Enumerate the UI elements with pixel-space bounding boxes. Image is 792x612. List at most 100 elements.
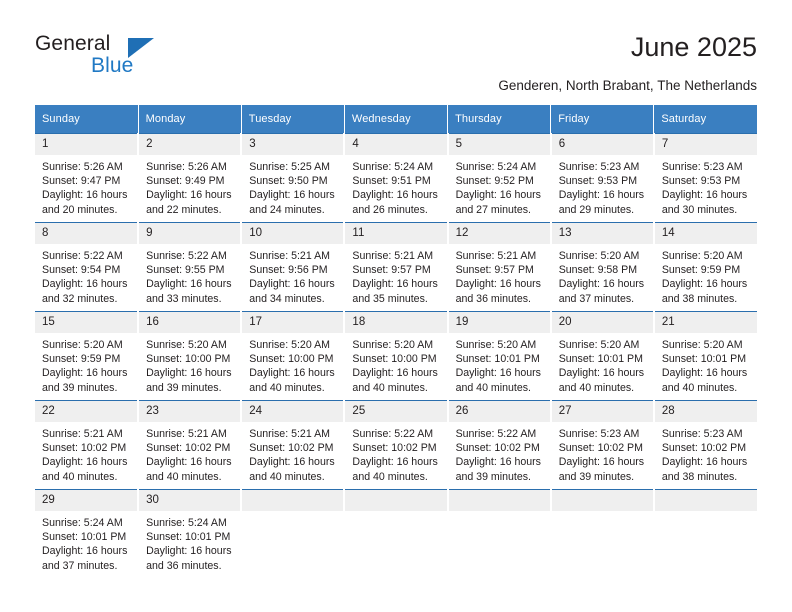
day-number: 14: [654, 223, 757, 244]
sunrise-text: Sunrise: 5:20 AM: [146, 339, 227, 351]
calendar-day-cell[interactable]: 26 Sunrise: 5:22 AM Sunset: 10:02 PM Daylig…: [447, 400, 552, 490]
sunrise-text: Sunrise: 5:21 AM: [249, 250, 330, 262]
sunrise-text: Sunrise: 5:20 AM: [661, 250, 743, 262]
calendar-day-cell[interactable]: 9 Sunrise: 5:22 AM Sunset: 9:55 PM Daylight…: [138, 222, 243, 312]
sunset-text: Sunset: 9:51 PM: [352, 175, 431, 188]
day-details: Sunrise: 5:22 AM Sunset: 9:54 PM Daylight:…: [35, 244, 137, 306]
sunrise-text: Sunrise: 5:21 AM: [352, 250, 434, 262]
calendar-day-cell[interactable]: 5 Sunrise: 5:24 AM Sunset: 9:52 PM Daylight…: [447, 133, 552, 223]
calendar-day-cell[interactable]: 19 Sunrise: 5:20 AM Sunset: 10:01 PM Daylig…: [447, 311, 552, 401]
calendar-day-cell[interactable]: 13 Sunrise: 5:20 AM Sunset: 9:58 PM Dayligh…: [550, 222, 655, 312]
day-details: Sunrise: 5:21 AM Sunset: 10:02 PM Daylight…: [35, 422, 137, 484]
calendar-day-cell[interactable]: 8 Sunrise: 5:22 AM Sunset: 9:54 PM Daylight…: [35, 222, 140, 312]
daylight-text: Daylight: 16 hours and 39 minutes.: [455, 456, 541, 483]
sunrise-text: Sunrise: 5:20 AM: [558, 339, 640, 351]
calendar-day-cell[interactable]: 28 Sunrise: 5:23 AM Sunset: 10:02 PM Daylig…: [653, 400, 757, 490]
calendar-day-cell[interactable]: 3 Sunrise: 5:25 AM Sunset: 9:50 PM Daylight…: [241, 133, 346, 223]
calendar-day-cell[interactable]: 27 Sunrise: 5:23 AM Sunset: 10:02 PM Daylig…: [550, 400, 655, 490]
day-number: 7: [654, 134, 757, 155]
daylight-text: Daylight: 16 hours and 32 minutes.: [42, 278, 128, 305]
daylight-text: Daylight: 16 hours and 40 minutes.: [558, 367, 645, 394]
sunset-text: Sunset: 10:01 PM: [146, 531, 231, 544]
day-number: [242, 490, 344, 511]
day-number: 4: [345, 134, 447, 155]
calendar-day-cell[interactable]: 11 Sunrise: 5:21 AM Sunset: 9:57 PM Dayligh…: [344, 222, 449, 312]
calendar-day-cell[interactable]: 23 Sunrise: 5:21 AM Sunset: 10:02 PM Daylig…: [138, 400, 243, 490]
sunset-text: Sunset: 9:49 PM: [146, 175, 225, 188]
sunrise-text: Sunrise: 5:24 AM: [146, 517, 227, 529]
daylight-text: Daylight: 16 hours and 40 minutes.: [42, 456, 128, 483]
day-details: Sunrise: 5:21 AM Sunset: 10:02 PM Daylight…: [242, 422, 343, 484]
calendar-day-cell[interactable]: 29 Sunrise: 5:24 AM Sunset: 10:01 PM Daylig…: [35, 489, 140, 578]
day-number: 13: [551, 223, 653, 244]
daylight-text: Daylight: 16 hours and 39 minutes.: [146, 367, 232, 394]
daylight-text: Daylight: 16 hours and 34 minutes.: [249, 278, 335, 305]
day-number: 2: [139, 134, 241, 155]
sunset-text: Sunset: 9:52 PM: [455, 175, 534, 188]
day-number: [551, 490, 653, 511]
general-blue-logo: General Blue: [35, 32, 215, 84]
calendar-day-cell[interactable]: 18 Sunrise: 5:20 AM Sunset: 10:00 PM Daylig…: [344, 311, 449, 401]
calendar-day-cell[interactable]: 21 Sunrise: 5:20 AM Sunset: 10:01 PM Daylig…: [653, 311, 757, 401]
calendar-day-cell[interactable]: 1 Sunrise: 5:26 AM Sunset: 9:47 PM Daylight…: [35, 133, 140, 223]
sunset-text: Sunset: 9:55 PM: [146, 264, 225, 277]
sunrise-text: Sunrise: 5:20 AM: [558, 250, 640, 262]
day-details: Sunrise: 5:26 AM Sunset: 9:47 PM Daylight:…: [35, 155, 137, 217]
daylight-text: Daylight: 16 hours and 39 minutes.: [558, 456, 645, 483]
calendar-day-cell[interactable]: 12 Sunrise: 5:21 AM Sunset: 9:57 PM Dayligh…: [447, 222, 552, 312]
calendar-day-cell[interactable]: 7 Sunrise: 5:23 AM Sunset: 9:53 PM Daylight…: [653, 133, 757, 223]
daylight-text: Daylight: 16 hours and 29 minutes.: [558, 189, 645, 216]
daylight-text: Daylight: 16 hours and 38 minutes.: [661, 456, 748, 483]
calendar-day-cell[interactable]: 30 Sunrise: 5:24 AM Sunset: 10:01 PM Daylig…: [138, 489, 243, 578]
daylight-text: Daylight: 16 hours and 35 minutes.: [352, 278, 438, 305]
calendar-day-cell[interactable]: 22 Sunrise: 5:21 AM Sunset: 10:02 PM Daylig…: [35, 400, 140, 490]
sunset-text: Sunset: 10:02 PM: [42, 442, 127, 455]
day-number: 27: [551, 401, 653, 422]
sunrise-text: Sunrise: 5:20 AM: [455, 339, 537, 351]
calendar-day-cell[interactable]: 4 Sunrise: 5:24 AM Sunset: 9:51 PM Daylight…: [344, 133, 449, 223]
day-details: Sunrise: 5:23 AM Sunset: 9:53 PM Daylight:…: [552, 155, 653, 217]
calendar-day-cell[interactable]: 15 Sunrise: 5:20 AM Sunset: 9:59 PM Dayligh…: [35, 311, 140, 401]
sunrise-text: Sunrise: 5:24 AM: [42, 517, 123, 529]
calendar-day-cell[interactable]: 10 Sunrise: 5:21 AM Sunset: 9:56 PM Dayligh…: [241, 222, 346, 312]
calendar-day-cell[interactable]: 2 Sunrise: 5:26 AM Sunset: 9:49 PM Daylight…: [138, 133, 243, 223]
weekday-header-wednesday: Wednesday: [344, 105, 449, 134]
weekday-header-friday: Friday: [550, 105, 655, 134]
day-details: Sunrise: 5:23 AM Sunset: 10:02 PM Daylight…: [552, 422, 653, 484]
daylight-text: Daylight: 16 hours and 40 minutes.: [249, 367, 335, 394]
day-details: Sunrise: 5:24 AM Sunset: 10:01 PM Daylight…: [35, 511, 137, 573]
calendar-page: General Blue June 2025 Genderen, North B…: [0, 0, 792, 612]
weekday-header-monday: Monday: [138, 105, 242, 134]
daylight-text: Daylight: 16 hours and 33 minutes.: [146, 278, 232, 305]
day-number: 26: [448, 401, 550, 422]
weekday-header-sunday: Sunday: [35, 105, 139, 134]
daylight-text: Daylight: 16 hours and 40 minutes.: [352, 456, 438, 483]
day-details: Sunrise: 5:20 AM Sunset: 10:00 PM Daylight…: [345, 333, 446, 395]
calendar-day-cell[interactable]: 24 Sunrise: 5:21 AM Sunset: 10:02 PM Daylig…: [241, 400, 346, 490]
day-number: [654, 490, 757, 511]
calendar-day-cell[interactable]: 14 Sunrise: 5:20 AM Sunset: 9:59 PM Dayligh…: [653, 222, 757, 312]
sunset-text: Sunset: 10:01 PM: [42, 531, 127, 544]
sunrise-text: Sunrise: 5:22 AM: [146, 250, 227, 262]
day-number: 29: [35, 490, 138, 511]
calendar-day-cell[interactable]: 20 Sunrise: 5:20 AM Sunset: 10:01 PM Daylig…: [550, 311, 655, 401]
day-number: 21: [654, 312, 757, 333]
sunrise-sunset-calendar-table: Sunday Monday Tuesday Wednesday Thursday…: [35, 105, 757, 578]
day-details: Sunrise: 5:25 AM Sunset: 9:50 PM Daylight:…: [242, 155, 343, 217]
daylight-text: Daylight: 16 hours and 27 minutes.: [455, 189, 541, 216]
calendar-day-cell[interactable]: 17 Sunrise: 5:20 AM Sunset: 10:00 PM Daylig…: [241, 311, 346, 401]
day-details: Sunrise: 5:22 AM Sunset: 9:55 PM Daylight:…: [139, 244, 240, 306]
sunrise-text: Sunrise: 5:22 AM: [352, 428, 434, 440]
day-number: 15: [35, 312, 138, 333]
sunrise-text: Sunrise: 5:21 AM: [249, 428, 330, 440]
day-number: 18: [345, 312, 447, 333]
day-number: 3: [242, 134, 344, 155]
day-number: 16: [139, 312, 241, 333]
calendar-day-cell[interactable]: 25 Sunrise: 5:22 AM Sunset: 10:02 PM Daylig…: [344, 400, 449, 490]
day-number: 1: [35, 134, 138, 155]
calendar-day-cell[interactable]: 6 Sunrise: 5:23 AM Sunset: 9:53 PM Daylight…: [550, 133, 655, 223]
day-details: Sunrise: 5:24 AM Sunset: 10:01 PM Daylight…: [139, 511, 240, 573]
calendar-day-cell[interactable]: 16 Sunrise: 5:20 AM Sunset: 10:00 PM Daylig…: [138, 311, 243, 401]
sunrise-text: Sunrise: 5:26 AM: [146, 161, 227, 173]
sunset-text: Sunset: 9:56 PM: [249, 264, 328, 277]
